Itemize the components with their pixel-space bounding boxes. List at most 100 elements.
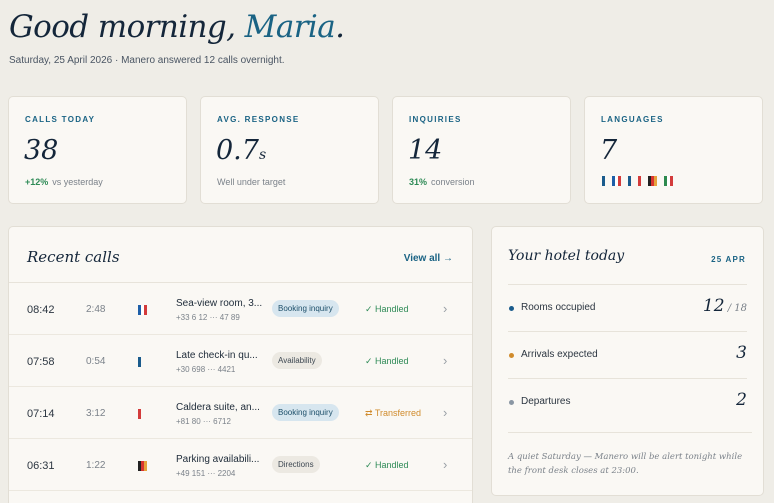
stat-footnote: Well under target [217, 177, 285, 187]
call-time: 07:58 [27, 356, 55, 368]
stat-label: LANGUAGES [601, 115, 664, 124]
call-time: 06:31 [27, 460, 55, 472]
metric-value: 12 / 18 [703, 296, 747, 316]
metric-label: Arrivals expected [521, 349, 598, 360]
call-duration: 3:12 [86, 408, 106, 419]
language-flag-icon [638, 176, 641, 186]
call-topic: Caldera suite, an... [176, 402, 260, 413]
stat-number: 7 [600, 135, 618, 166]
stat-value: 38 [24, 135, 58, 166]
status-dot-icon [509, 306, 514, 311]
caller-phone: +49 151 ··· 2204 [176, 469, 236, 478]
hotel-note: A quiet Saturday — Manero will be alert … [508, 432, 752, 478]
view-all-link[interactable]: View all → [404, 253, 453, 264]
call-topic: Late check-in qu... [176, 350, 258, 361]
stat-number: 38 [24, 135, 59, 166]
user-name: Maria [244, 9, 336, 45]
stat-card-avg-response: AVG. RESPONSE 0.7s Well under target [200, 96, 379, 204]
status-dot-icon [509, 353, 514, 358]
stat-number: 0.7 [216, 135, 259, 166]
stat-unit: s [258, 147, 267, 163]
greeting-prefix: Good morning, [9, 9, 245, 45]
call-category-tag: Booking inquiry [272, 404, 339, 421]
country-flag-icon [138, 305, 147, 315]
stat-value: 0.7s [216, 135, 266, 166]
call-duration: 0:54 [86, 356, 106, 367]
hotel-metric-row: Departures 2 [508, 378, 747, 425]
language-flag-icon [612, 176, 621, 186]
stat-number: 14 [408, 135, 443, 166]
metric-label: Departures [521, 396, 571, 407]
language-flag-icon [648, 176, 657, 186]
language-flag-icon [602, 176, 605, 186]
call-duration: 2:48 [86, 304, 106, 315]
caller-country-flag [138, 461, 149, 471]
stat-footnote: +12% vs yesterday [25, 177, 103, 187]
caller-phone: +33 6 12 ··· 47 89 [176, 313, 240, 322]
metric-label: Rooms occupied [521, 302, 596, 313]
language-flag-icon [628, 176, 631, 186]
call-category-tag: Booking inquiry [272, 300, 339, 317]
call-status: ✓ Handled [365, 356, 409, 366]
chevron-right-icon[interactable]: › [443, 457, 447, 472]
country-flag-icon [138, 357, 141, 367]
stat-card-inquiries: INQUIRIES 14 31% conversion [392, 96, 571, 204]
call-duration: 1:22 [86, 460, 106, 471]
hotel-metric-row: Rooms occupied 12 / 18 [508, 284, 747, 331]
caller-country-flag [138, 305, 149, 315]
stat-card-calls-today: CALLS TODAY 38 +12% vs yesterday [8, 96, 187, 204]
greeting-heading: Good morning, Maria. [9, 9, 345, 45]
call-topic: Parking availabili... [176, 454, 260, 465]
chevron-right-icon[interactable]: › [443, 301, 447, 316]
call-row[interactable]: 06:31 1:22 Parking availabili... +49 151 ··… [9, 439, 472, 491]
language-flag-icon [664, 176, 673, 186]
call-time: 07:14 [27, 408, 55, 420]
stat-note: conversion [431, 177, 475, 187]
metric-total: / 18 [724, 303, 747, 314]
caller-phone: +81 80 ··· 6712 [176, 417, 231, 426]
metric-number: 3 [736, 343, 747, 363]
call-status: ✓ Handled [365, 460, 409, 470]
call-row[interactable]: 08:42 2:48 Sea-view room, 3... +33 6 12 ···… [9, 283, 472, 335]
call-time: 08:42 [27, 304, 55, 316]
call-status: ⇄ Transferred [365, 408, 422, 418]
caller-phone: +30 698 ··· 4421 [176, 365, 236, 374]
metric-number: 12 [702, 296, 725, 316]
hotel-today-date: 25 APR [711, 255, 746, 264]
call-row[interactable]: 07:58 0:54 Late check-in qu... +30 698 ··· … [9, 335, 472, 387]
call-category-tag: Availability [272, 352, 322, 369]
country-flag-icon [138, 409, 141, 419]
hotel-today-panel: Your hotel today 25 APR Rooms occupied 12… [491, 226, 764, 496]
metric-number: 2 [736, 390, 747, 410]
chevron-right-icon[interactable]: › [443, 353, 447, 368]
caller-country-flag [138, 357, 143, 367]
greeting-suffix: . [335, 9, 345, 45]
stat-label: AVG. RESPONSE [217, 115, 300, 124]
call-row[interactable]: 07:14 3:12 Caldera suite, an... +81 80 ··· … [9, 387, 472, 439]
recent-calls-title: Recent calls [27, 248, 120, 266]
metric-value: 3 [736, 343, 747, 363]
stat-footnote: 31% conversion [409, 177, 475, 187]
hotel-today-title: Your hotel today [508, 248, 625, 264]
hotel-metric-row: Arrivals expected 3 [508, 331, 747, 378]
metric-value: 2 [736, 390, 747, 410]
greeting-subline: Saturday, 25 April 2026 · Manero answere… [9, 55, 285, 66]
call-topic: Sea-view room, 3... [176, 298, 263, 309]
language-flags [602, 176, 675, 187]
country-flag-icon [138, 461, 147, 471]
chevron-right-icon[interactable]: › [443, 405, 447, 420]
recent-calls-panel: Recent calls View all → 08:42 2:48 Sea-vie… [8, 226, 473, 503]
stat-label: CALLS TODAY [25, 115, 96, 124]
stat-value: 14 [408, 135, 442, 166]
stat-delta: +12% [25, 177, 49, 187]
call-category-tag: Directions [272, 456, 320, 473]
stat-label: INQUIRIES [409, 115, 462, 124]
status-dot-icon [509, 400, 514, 405]
stat-card-languages: LANGUAGES 7 [584, 96, 763, 204]
stat-delta: 31% [409, 177, 428, 187]
call-status: ✓ Handled [365, 304, 409, 314]
stat-value: 7 [600, 135, 617, 166]
stat-note: Well under target [217, 177, 286, 187]
caller-country-flag [138, 409, 143, 419]
stat-note: vs yesterday [52, 177, 103, 187]
